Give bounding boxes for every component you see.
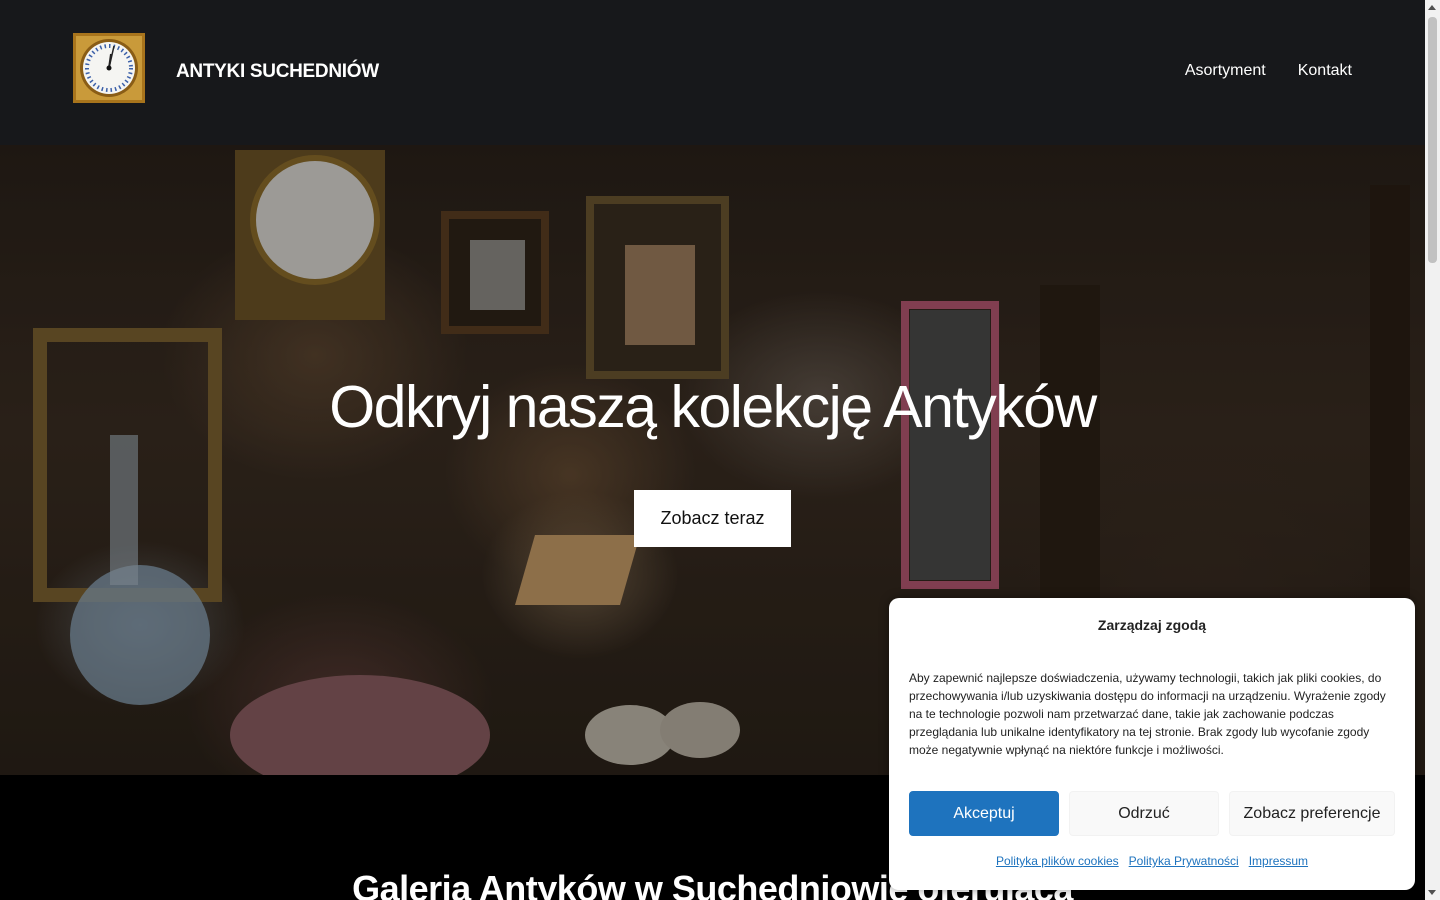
scroll-up-arrow-icon[interactable] [1428,5,1436,10]
scroll-down-arrow-icon[interactable] [1428,890,1436,895]
deny-button[interactable]: Odrzuć [1069,791,1219,836]
scrollbar-thumb[interactable] [1428,17,1437,263]
cookie-dialog-title: Zarządzaj zgodą [1097,617,1207,633]
nav-item-kontakt[interactable]: Kontakt [1298,62,1352,80]
accept-button[interactable]: Akceptuj [909,791,1059,836]
cookie-policy-link[interactable]: Polityka plików cookies [996,854,1119,868]
clock-logo-icon[interactable] [72,32,146,104]
cookie-links: Polityka plików cookies Polityka Prywatn… [889,854,1415,868]
site-header: ANTYKI SUCHEDNIÓW Asortyment Kontakt [0,0,1425,145]
cookie-buttons: Akceptuj Odrzuć Zobacz preferencje [909,791,1395,836]
hero-title: Odkryj naszą kolekcję Antyków [329,374,1097,440]
view-preferences-button[interactable]: Zobacz preferencje [1229,791,1395,836]
impressum-link[interactable]: Impressum [1249,854,1308,868]
see-now-button[interactable]: Zobacz teraz [634,490,791,547]
cookie-consent-dialog: Zarządzaj zgodą Aby zapewnić najlepsze d… [889,598,1415,890]
cookie-dialog-text: Aby zapewnić najlepsze doświadczenia, uż… [909,671,1386,757]
main-nav: Asortyment Kontakt [1185,62,1352,80]
nav-item-asortyment[interactable]: Asortyment [1185,62,1266,80]
privacy-policy-link[interactable]: Polityka Prywatności [1129,854,1239,868]
site-brand[interactable]: ANTYKI SUCHEDNIÓW [176,61,379,83]
page-scrollbar[interactable] [1425,0,1440,900]
